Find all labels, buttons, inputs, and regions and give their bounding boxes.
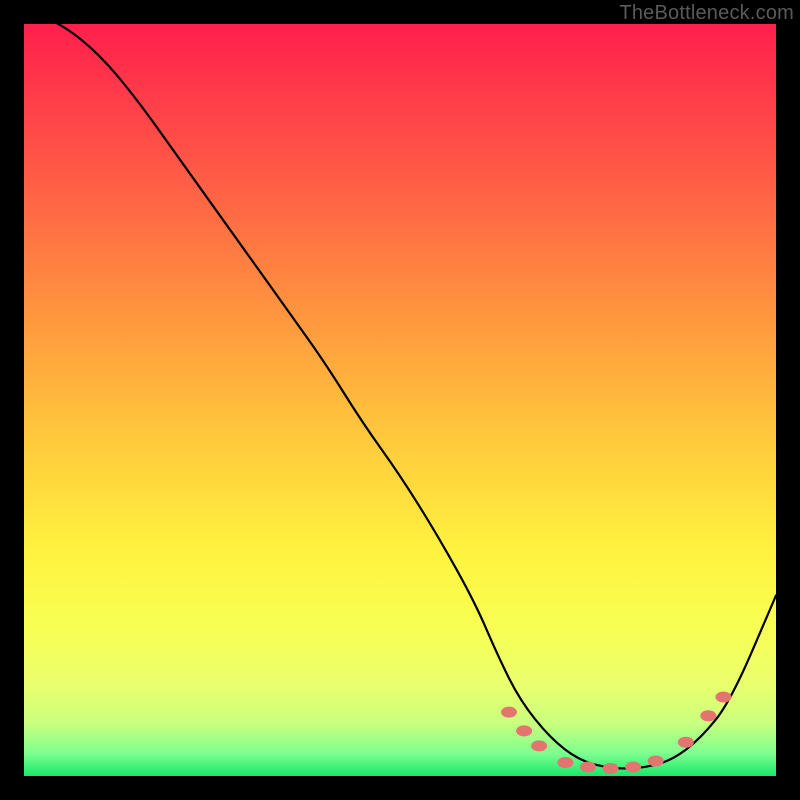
chart-frame: TheBottleneck.com [0, 0, 800, 800]
marker-cluster-left-1 [501, 707, 517, 718]
marker-right-2 [700, 710, 716, 721]
marker-trough-1 [557, 757, 573, 768]
marker-trough-5 [648, 756, 664, 767]
marker-right-3 [715, 692, 731, 703]
plot-area [24, 24, 776, 776]
marker-trough-4 [625, 762, 641, 773]
marker-trough-2 [580, 762, 596, 773]
bottleneck-curve [24, 24, 776, 769]
curve-markers [501, 692, 731, 775]
marker-cluster-left-2 [516, 725, 532, 736]
chart-svg [24, 24, 776, 776]
marker-cluster-left-3 [531, 740, 547, 751]
marker-trough-3 [603, 763, 619, 774]
marker-right-1 [678, 737, 694, 748]
watermark-text: TheBottleneck.com [619, 2, 794, 25]
